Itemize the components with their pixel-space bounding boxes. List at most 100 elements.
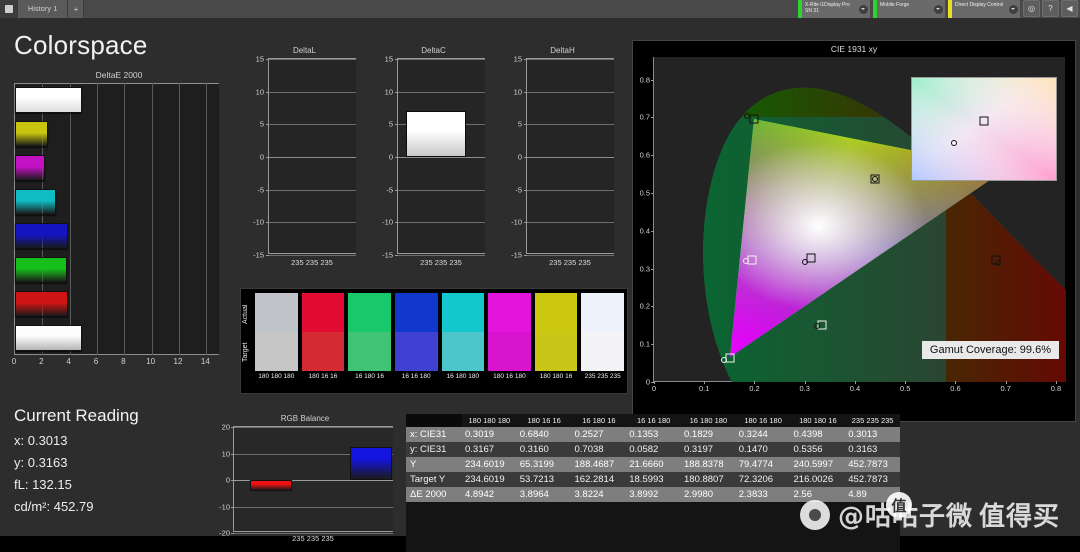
y-axis-tick: 0 <box>225 475 230 485</box>
table-cell: 3.8992 <box>626 487 681 502</box>
x-axis-tick: 0.3 <box>799 384 810 393</box>
measurements-table: 180 180 180 180 16 16 16 180 16 16 16 180 16… <box>406 414 900 552</box>
x-axis-tick: 10 <box>146 357 156 366</box>
table-cell: 0.3244 <box>735 427 791 442</box>
swatch-column <box>441 293 485 371</box>
y-axis-tick: 15 <box>255 54 264 64</box>
table-cell: 234.6019 <box>462 472 517 487</box>
chevron-down-icon[interactable] <box>856 0 870 18</box>
swatch-target <box>301 332 345 371</box>
swatch-label: 180 180 180 <box>258 373 295 380</box>
table-cell: 0.1829 <box>681 427 736 442</box>
table-cell: 0.4398 <box>790 427 846 442</box>
swatch-target <box>394 332 438 371</box>
swatch-label: 16 180 180 <box>446 373 480 380</box>
chart-plot-area: 20 10 0 -10 -20 <box>219 423 393 538</box>
chart-title: CIE 1931 xy <box>830 44 878 54</box>
camera-icon[interactable]: ◎ <box>1023 0 1040 17</box>
table-row-label: x: CIE31 <box>406 427 462 442</box>
x-axis: 0 2 4 6 8 10 12 14 <box>12 355 219 371</box>
table-cell: 0.1470 <box>735 442 791 457</box>
add-tab-button[interactable]: + <box>68 0 85 18</box>
y-axis-tick: 0.5 <box>639 188 650 198</box>
device-selector-mobile-forge[interactable]: Mobile Forge <box>873 0 945 18</box>
y-axis-tick: -5 <box>257 185 264 195</box>
cie-marker-green-target <box>749 114 759 124</box>
y-axis-tick: 0 <box>259 152 264 162</box>
x-axis-tick: 0.5 <box>900 384 911 393</box>
current-reading-y: y: 0.3163 <box>14 455 68 470</box>
device-name: Mobile Forge <box>880 1 910 8</box>
chevron-down-icon[interactable] <box>1006 0 1020 18</box>
table-row-label: Target Y <box>406 472 462 487</box>
swatch-column <box>255 293 298 371</box>
swatch-actual <box>255 293 298 332</box>
table-cell: 0.3160 <box>516 442 572 457</box>
table-row: y: CIE31 0.3167 0.3160 0.7038 0.0582 0.3197 0.… <box>406 442 900 457</box>
chart-plot-area <box>14 83 219 355</box>
tab-history-1[interactable]: History 1 <box>18 0 69 18</box>
table-cell: 2.3833 <box>735 487 791 502</box>
x-axis-tick: 0.7 <box>1000 384 1011 393</box>
cie-marker-magenta-actual <box>813 323 820 330</box>
y-axis-tick: 0.3 <box>639 264 650 274</box>
chevron-down-icon[interactable] <box>931 0 945 18</box>
device-name: X-Rite i1Display Pro SN 31 <box>805 1 850 15</box>
swatch-label: 16 180 16 <box>355 373 385 380</box>
application-window: History 1 + X-Rite i1Display Pro SN 31 M… <box>0 0 1080 552</box>
y-axis-tick: -10 <box>219 502 230 511</box>
weibo-logo-watermark <box>800 500 830 530</box>
x-axis-label: 235 235 235 <box>420 258 462 267</box>
table-column-header: 235 235 235 <box>845 414 900 427</box>
tab-label: History 1 <box>28 5 58 13</box>
table-cell: 452.7873 <box>845 457 900 472</box>
device-selector-direct-display-control[interactable]: Direct Display Control <box>948 0 1020 18</box>
y-axis-tick: 15 <box>384 54 393 64</box>
y-axis-tick: 0.6 <box>639 150 650 160</box>
table-header-row: 180 180 180 180 16 16 16 180 16 16 16 180 16… <box>406 414 900 427</box>
current-reading-panel: Current Reading x: 0.3013 y: 0.3163 fL: … <box>14 406 204 521</box>
chart-plot-area: 15 10 5 0 -5 -10 -15 <box>253 55 356 260</box>
swatch-target <box>488 332 531 371</box>
table-cell: 0.3019 <box>462 427 517 442</box>
swatch-target <box>441 332 485 371</box>
y-axis-tick: 10 <box>221 449 230 458</box>
y-axis-tick: 0 <box>517 152 522 162</box>
delta-e-bar <box>15 155 46 181</box>
table-cell: 0.1353 <box>626 427 681 442</box>
swatch-column <box>394 293 438 371</box>
x-axis-tick: 14 <box>200 357 210 366</box>
swatch-actual <box>348 293 391 332</box>
table-cell: 216.0026 <box>790 472 846 487</box>
table-cell: 3.8224 <box>571 487 627 502</box>
x-axis-label: 235 235 235 <box>549 258 591 267</box>
help-icon[interactable]: ? <box>1042 0 1059 17</box>
y-axis-tick: -15 <box>511 250 522 260</box>
swatch-actual <box>581 293 624 332</box>
x-axis-tick: 4 <box>66 357 71 366</box>
table-cell: 2.9980 <box>681 487 736 502</box>
table-column-header <box>406 414 462 427</box>
device-name: Direct Display Control <box>955 1 1004 8</box>
chart-plot-area: Gamut Coverage: 99.6% 0 0.1 0.2 0.3 0.4 0.5 0.… <box>640 57 1066 393</box>
swatch-column <box>348 293 391 371</box>
y-axis-tick: -20 <box>219 528 230 538</box>
table-cell: 0.3163 <box>845 442 900 457</box>
x-axis-tick: 0.8 <box>1050 384 1062 393</box>
x-axis-tick: 6 <box>93 357 99 366</box>
delta-e-bar <box>15 189 56 215</box>
device-selector-i1display[interactable]: X-Rite i1Display Pro SN 31 <box>798 0 870 18</box>
cie-marker-white-actual <box>802 259 809 266</box>
target-row-label: Target <box>242 342 249 362</box>
table-cell: 65.3199 <box>516 457 572 472</box>
titlebar: History 1 + X-Rite i1Display Pro SN 31 M… <box>0 0 1080 18</box>
actual-target-swatches: Actual Target 180 180 180 180 16 16 16 180… <box>240 288 628 394</box>
white-point-zoom-inset <box>911 77 1057 181</box>
table-cell: 0.2527 <box>571 427 627 442</box>
menu-icon[interactable]: ◀ <box>1061 0 1078 17</box>
chart-title: DeltaE 2000 <box>95 70 143 80</box>
y-axis-tick: 15 <box>513 54 522 64</box>
y-axis-tick: -15 <box>382 250 393 260</box>
table-cell: 79.4774 <box>735 457 791 472</box>
delta-e-bar <box>15 223 69 249</box>
